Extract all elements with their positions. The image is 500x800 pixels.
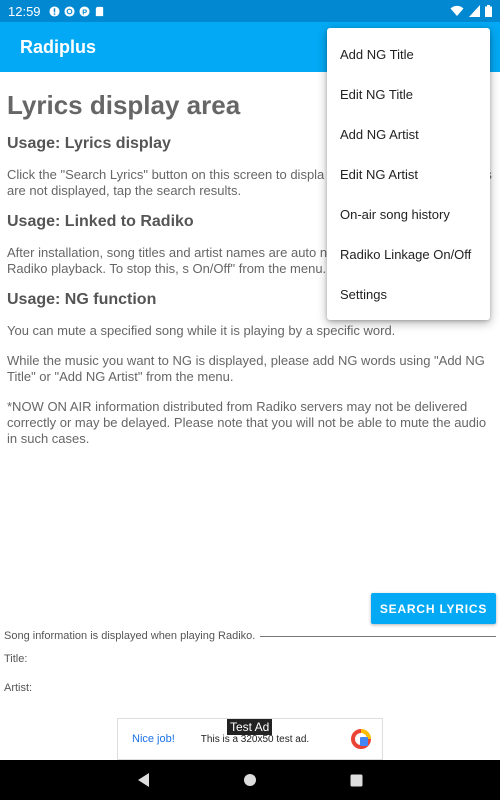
wifi-icon [450,5,464,16]
song-info-divider: Song information is displayed when playi… [4,630,496,642]
navigation-bar [0,760,500,800]
ad-body-text: This is a 320x50 test ad. [200,733,310,745]
section-text-ng-2: While the music you want to NG is displa… [7,353,485,384]
alert-icon [49,5,60,17]
status-bar: 12:59 P [0,0,500,22]
song-title-label: Title: [4,653,28,665]
cell-signal-icon [469,5,480,17]
status-icons-left: P [49,5,105,17]
battery-icon [485,5,492,17]
menu-item-add-ng-title[interactable]: Add NG Title [327,34,490,74]
sync-icon [64,5,75,17]
recents-button[interactable] [345,768,369,792]
ad-choices-logo-icon [351,729,371,749]
menu-item-edit-ng-title[interactable]: Edit NG Title [327,74,490,114]
sd-card-icon [95,6,103,16]
status-icons-right [450,5,492,17]
section-text-ng-3: *NOW ON AIR information distributed from… [7,399,487,446]
menu-item-edit-ng-artist[interactable]: Edit NG Artist [327,154,490,194]
home-button[interactable] [238,768,262,792]
song-info-caption: Song information is displayed when playi… [4,630,256,642]
menu-item-add-ng-artist[interactable]: Add NG Artist [327,114,490,154]
app-title: Radiplus [20,36,97,57]
search-lyrics-button[interactable]: SEARCH LYRICS [371,593,496,624]
recents-icon [350,774,363,786]
overflow-menu: Add NG Title Edit NG Title Add NG Artist… [327,28,490,320]
divider-line [260,635,496,637]
menu-item-radiko-linkage[interactable]: Radiko Linkage On/Off [327,234,490,274]
status-time: 12:59 [8,3,41,19]
section-text-ng-1: You can mute a specified song while it i… [7,323,396,338]
song-artist-label: Artist: [4,682,33,694]
screen: 12:59 P Radiplus Lyrics display area Usa… [0,0,500,800]
back-icon [138,773,150,787]
ad-nice-text: Nice job! [132,733,175,745]
svg-text:P: P [82,7,87,16]
home-icon [243,774,256,786]
menu-item-on-air-history[interactable]: On-air song history [327,194,490,234]
back-button[interactable] [131,768,155,792]
p-icon: P [79,5,90,17]
test-ad-label: Test Ad [227,719,273,735]
menu-item-settings[interactable]: Settings [327,274,490,314]
